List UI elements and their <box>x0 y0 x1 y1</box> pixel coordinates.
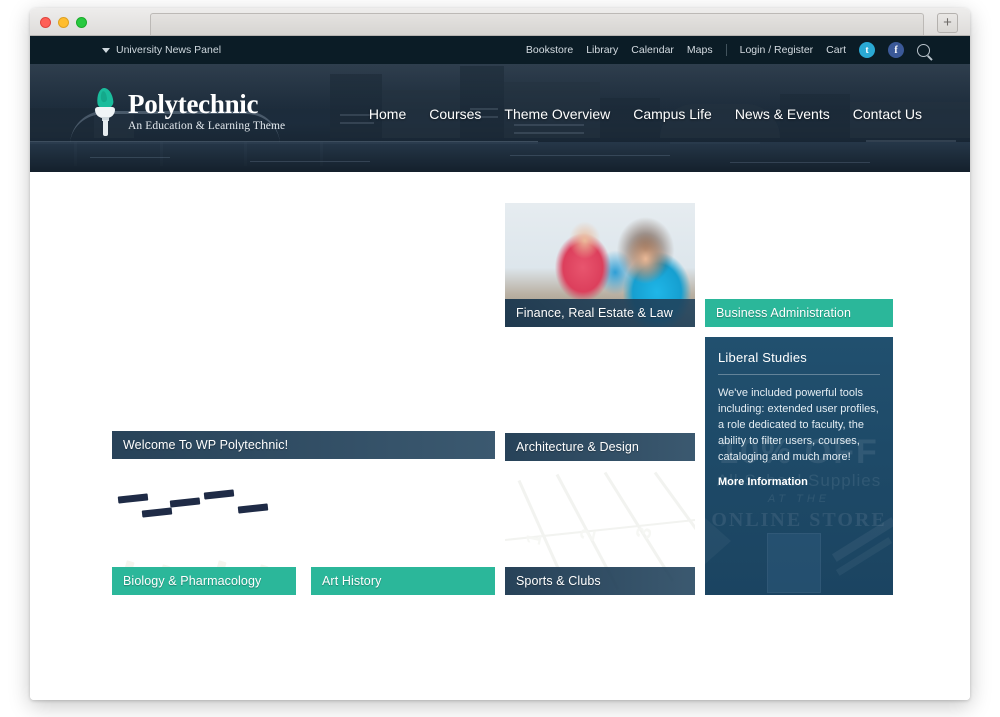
cart-link[interactable]: Cart <box>826 44 846 56</box>
utility-links: Bookstore Library Calendar Maps Login / … <box>526 36 930 64</box>
course-card-business[interactable]: Business Administration <box>705 203 893 327</box>
course-card-architecture[interactable]: Architecture & Design <box>505 337 695 461</box>
liberal-studies-panel[interactable]: 10% OFF All School Supplies AT THE ONLIN… <box>705 337 893 595</box>
login-register-link[interactable]: Login / Register <box>740 44 814 56</box>
ghost-banner-line3: AT THE <box>767 493 831 505</box>
card-caption: Business Administration <box>705 299 893 327</box>
panel-divider <box>718 374 880 375</box>
site-header: Polytechnic An Education & Learning Them… <box>30 64 970 172</box>
nav-item-news-events[interactable]: News & Events <box>735 106 830 122</box>
nav-item-contact-us[interactable]: Contact Us <box>853 106 922 122</box>
window-controls <box>40 17 87 28</box>
main-navigation: Home Courses Theme Overview Campus Life … <box>369 106 922 122</box>
minimize-window-button[interactable] <box>58 17 69 28</box>
card-caption: Architecture & Design <box>505 433 695 461</box>
lane-number-3: 3 <box>631 524 657 542</box>
topbar-link-library[interactable]: Library <box>586 44 618 56</box>
news-panel-toggle[interactable]: University News Panel <box>102 36 221 64</box>
page-content: Welcome To WP Polytechnic! Biology & Pha… <box>30 172 970 700</box>
more-information-link[interactable]: More Information <box>718 476 808 488</box>
card-caption: Biology & Pharmacology <box>112 567 296 595</box>
chevron-down-icon <box>102 47 110 53</box>
panel-body-text: We've included powerful tools including:… <box>718 387 879 463</box>
topbar-link-bookstore[interactable]: Bookstore <box>526 44 573 56</box>
site-logo[interactable]: Polytechnic An Education & Learning Them… <box>92 87 286 136</box>
search-icon[interactable] <box>917 43 930 57</box>
browser-titlebar: + <box>30 8 970 36</box>
nav-item-home[interactable]: Home <box>369 106 406 122</box>
close-window-button[interactable] <box>40 17 51 28</box>
utility-topbar: University News Panel Bookstore Library … <box>30 36 970 64</box>
card-caption: Art History <box>311 567 495 595</box>
twitter-icon[interactable]: t <box>859 42 875 58</box>
ghost-banner-line4: ONLINE STORE <box>711 509 887 531</box>
course-card-art-history[interactable]: Art History <box>311 469 495 595</box>
news-panel-label: University News Panel <box>116 44 222 56</box>
course-card-grid: Welcome To WP Polytechnic! Biology & Pha… <box>112 203 893 595</box>
panel-title: Liberal Studies <box>718 350 807 365</box>
course-card-finance[interactable]: Finance, Real Estate & Law <box>505 203 695 327</box>
course-card-sports[interactable]: 1 2 3 Sports & Clubs <box>505 471 695 595</box>
brand-tagline: An Education & Learning Theme <box>128 120 286 133</box>
course-card-welcome[interactable]: Welcome To WP Polytechnic! <box>112 203 495 459</box>
brand-name: Polytechnic <box>128 89 259 120</box>
ghost-book-shape <box>767 533 821 593</box>
torch-icon <box>92 87 118 136</box>
topbar-link-calendar[interactable]: Calendar <box>631 44 674 56</box>
topbar-divider <box>725 44 727 56</box>
new-tab-button[interactable]: + <box>937 13 958 33</box>
ghost-triangle-shape <box>705 509 731 573</box>
course-card-biology[interactable]: Biology & Pharmacology <box>112 469 296 595</box>
topbar-link-maps[interactable]: Maps <box>687 44 713 56</box>
zoom-window-button[interactable] <box>76 17 87 28</box>
browser-tab[interactable] <box>150 13 924 35</box>
nav-item-courses[interactable]: Courses <box>429 106 481 122</box>
river-water <box>30 142 970 172</box>
nav-item-theme-overview[interactable]: Theme Overview <box>504 106 610 122</box>
card-caption: Sports & Clubs <box>505 567 695 595</box>
browser-window: + University News Panel Bookstore Librar… <box>30 8 970 700</box>
page-viewport: University News Panel Bookstore Library … <box>30 36 970 700</box>
card-caption: Finance, Real Estate & Law <box>505 299 695 327</box>
nav-item-campus-life[interactable]: Campus Life <box>633 106 712 122</box>
facebook-icon[interactable]: f <box>888 42 904 58</box>
card-caption: Welcome To WP Polytechnic! <box>112 431 495 459</box>
